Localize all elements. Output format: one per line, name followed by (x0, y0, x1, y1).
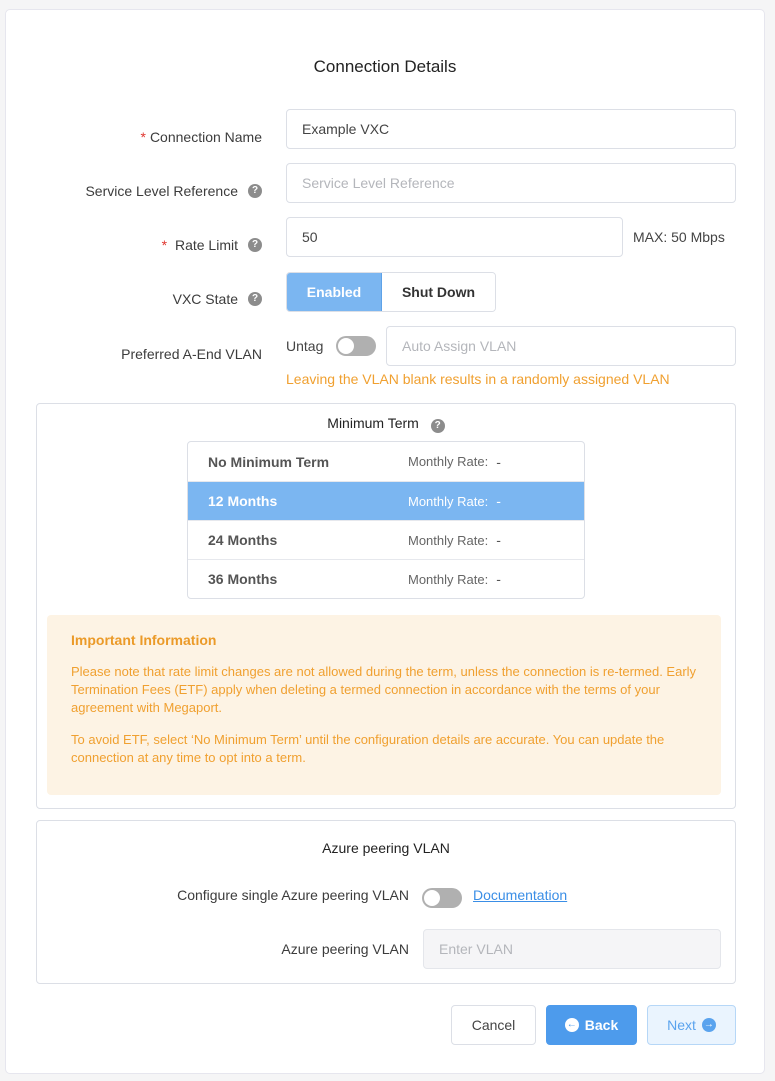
important-information-paragraph: To avoid ETF, select ‘No Minimum Term’ u… (71, 732, 665, 765)
azure-vlan-input[interactable]: Enter VLAN (423, 929, 721, 969)
important-information-paragraph: Please note that rate limit changes are … (71, 664, 697, 715)
cancel-button[interactable]: Cancel (451, 1005, 536, 1045)
connection-name-input[interactable]: Example VXC (286, 109, 736, 149)
help-icon[interactable]: ? (248, 184, 262, 198)
help-icon[interactable]: ? (430, 419, 445, 433)
a-end-vlan-label: Preferred A-End VLAN (121, 346, 262, 362)
connection-name-value: Example VXC (302, 121, 390, 137)
help-icon[interactable]: ? (248, 292, 262, 306)
service-level-reference-input[interactable]: Service Level Reference (286, 163, 736, 203)
important-information-box: Important Information Please note that r… (47, 615, 721, 795)
configure-azure-vlan-toggle[interactable] (422, 888, 462, 908)
term-option-12-months[interactable]: 12 Months Monthly Rate: - (188, 481, 584, 520)
a-end-vlan-placeholder: Auto Assign VLAN (402, 338, 517, 354)
configure-azure-vlan-label: Configure single Azure peering VLAN (177, 887, 409, 903)
toggle-knob (424, 890, 440, 906)
rate-limit-max: MAX: 50 Mbps (633, 229, 725, 245)
azure-peering-title: Azure peering VLAN (322, 840, 450, 856)
service-level-reference-label: Service Level Reference ? (85, 183, 262, 199)
required-marker: * (161, 237, 168, 253)
arrow-left-circle-icon: ← (564, 1018, 579, 1032)
page-title: Connection Details (313, 57, 457, 76)
toggle-knob (338, 338, 354, 354)
term-option-no-minimum[interactable]: No Minimum Term Monthly Rate: - (188, 442, 584, 481)
untag-label: Untag (286, 338, 324, 354)
azure-vlan-label: Azure peering VLAN (281, 941, 409, 957)
term-list: No Minimum Term Monthly Rate: - 12 Month… (187, 441, 585, 599)
term-option-36-months[interactable]: 36 Months Monthly Rate: - (188, 559, 584, 598)
vxc-state-label: VXC State ? (173, 291, 262, 307)
documentation-link[interactable]: Documentation (473, 887, 567, 903)
vxc-state-toggle-group: Enabled Shut Down (286, 272, 496, 312)
term-option-24-months[interactable]: 24 Months Monthly Rate: - (188, 520, 584, 559)
vlan-hint: Leaving the VLAN blank results in a rand… (286, 371, 670, 387)
required-marker: * (140, 129, 146, 145)
azure-peering-section: Azure peering VLAN Configure single Azur… (36, 820, 736, 984)
connection-name-label: * Connection Name (140, 129, 262, 145)
azure-vlan-placeholder: Enter VLAN (439, 941, 513, 957)
rate-limit-label: * Rate Limit ? (162, 237, 262, 253)
arrow-right-circle-icon: → (701, 1018, 716, 1032)
a-end-vlan-input[interactable]: Auto Assign VLAN (386, 326, 736, 366)
next-button[interactable]: Next → (647, 1005, 736, 1045)
connection-details-card: Connection Details * Connection Name Exam… (5, 9, 765, 1074)
back-button[interactable]: ← Back (546, 1005, 637, 1045)
vxc-state-shutdown-button[interactable]: Shut Down (382, 273, 495, 311)
important-information-heading: Important Information (71, 632, 217, 648)
help-icon[interactable]: ? (248, 238, 262, 252)
vxc-state-enabled-button[interactable]: Enabled (287, 273, 382, 311)
untag-toggle[interactable] (336, 336, 376, 356)
service-level-reference-placeholder: Service Level Reference (302, 175, 455, 191)
rate-limit-value: 50 (302, 229, 318, 245)
minimum-term-section: Minimum Term ? No Minimum Term Monthly R… (36, 403, 736, 809)
rate-limit-input[interactable]: 50 (286, 217, 623, 257)
minimum-term-title: Minimum Term ? (37, 415, 735, 433)
